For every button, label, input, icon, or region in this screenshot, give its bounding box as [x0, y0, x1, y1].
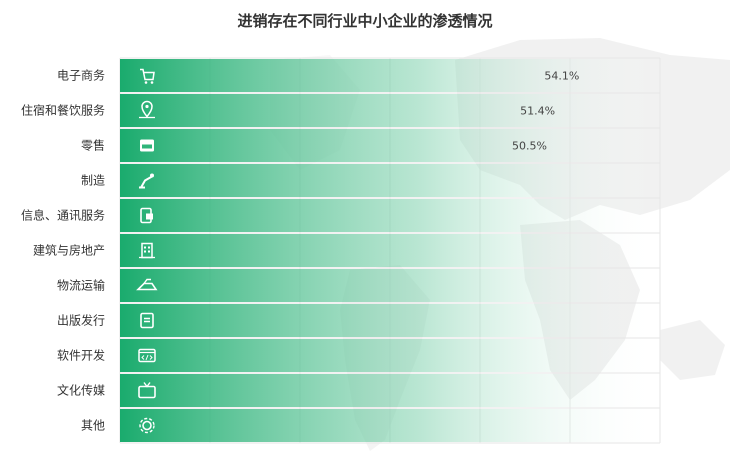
- category-labels: 电子商务住宿和餐饮服务零售制造信息、通讯服务建筑与房地产物流运输出版发行软件开发…: [21, 68, 105, 433]
- bar: [120, 374, 660, 407]
- category-label: 软件开发: [57, 348, 105, 363]
- bar: [120, 339, 660, 372]
- value-label: 51.4%: [520, 105, 555, 118]
- bars: [120, 59, 660, 442]
- category-label: 物流运输: [57, 278, 105, 293]
- value-label: 50.5%: [512, 140, 547, 153]
- bar-chart: 电子商务住宿和餐饮服务零售制造信息、通讯服务建筑与房地产物流运输出版发行软件开发…: [21, 57, 661, 444]
- category-label: 住宿和餐饮服务: [21, 103, 105, 118]
- value-label: 54.1%: [544, 70, 579, 83]
- category-label: 电子商务: [57, 68, 105, 83]
- bar: [120, 269, 660, 302]
- category-label: 文化传媒: [57, 383, 105, 398]
- category-label: 信息、通讯服务: [21, 208, 105, 223]
- category-label: 其他: [81, 419, 105, 433]
- category-label: 制造: [81, 174, 105, 188]
- bar: [120, 129, 660, 162]
- bar: [120, 304, 660, 337]
- category-label: 建筑与房地产: [33, 243, 105, 258]
- bar: [120, 94, 660, 127]
- category-label: 零售: [81, 138, 105, 153]
- bar: [120, 164, 660, 197]
- bar: [120, 234, 660, 267]
- category-label: 出版发行: [57, 313, 105, 328]
- storefront-icon: [140, 139, 154, 152]
- bar: [120, 199, 660, 232]
- bar: [120, 409, 660, 442]
